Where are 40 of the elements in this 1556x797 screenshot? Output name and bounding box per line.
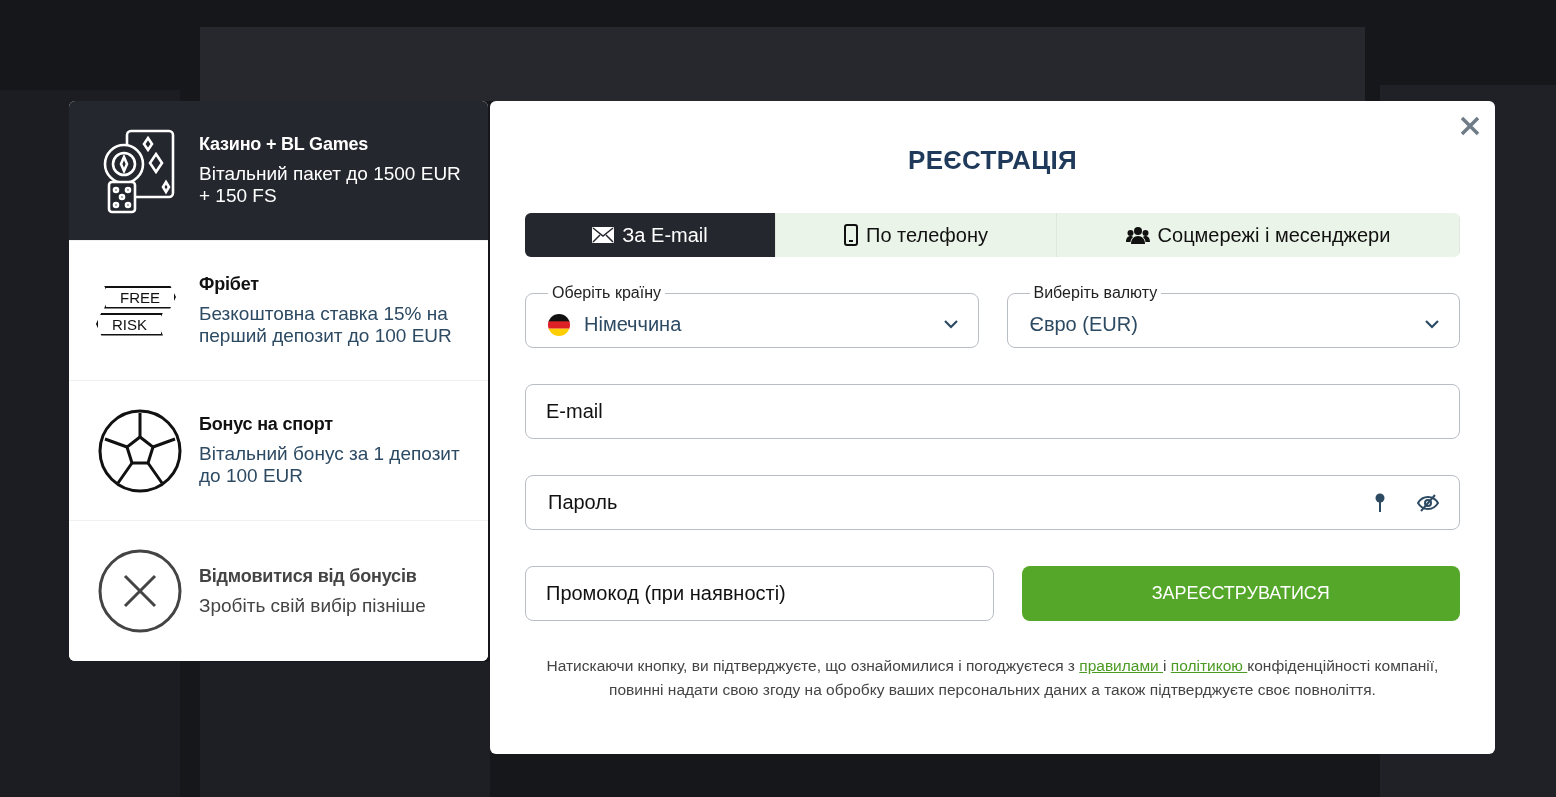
eye-slash-icon[interactable]: [1417, 493, 1439, 512]
tab[interactable]: За E-mail: [525, 213, 776, 257]
users-icon: [1125, 226, 1150, 244]
bonus-option[interactable]: Казино + BL Games Вітальний пакет до 1500 EUR + 150 FS: [69, 101, 488, 241]
rules-link[interactable]: правилами: [1079, 657, 1164, 674]
password-input[interactable]: Пароль: [546, 490, 1343, 515]
bonus-title: Фрібет: [199, 274, 260, 295]
privacy-policy-link[interactable]: політикою: [1170, 657, 1248, 674]
tab[interactable]: По телефону: [776, 213, 1057, 257]
close-circle-icon: [98, 549, 182, 633]
chevron-down-icon: [943, 320, 958, 329]
bonus-description: Зробіть свій вибір пізніше: [199, 594, 426, 617]
bonus-description: Вітальний бонус за 1 депозит до 100 EUR: [199, 443, 461, 487]
select-value: Євро (EUR): [1029, 313, 1139, 336]
tab[interactable]: Соцмережі і месенджери: [1057, 213, 1460, 257]
bonus-description: Вітальний пакет до 1500 EUR + 150 FS: [199, 163, 461, 207]
flag-icon: [548, 313, 570, 336]
phone-icon: [844, 224, 859, 246]
bonus-description: Безкоштовна ставка 15% на перший депозит до 100 EUR: [199, 303, 453, 347]
bonus-title: Відмовитися від бонусів: [199, 565, 418, 587]
close-icon: [1459, 115, 1481, 137]
field-label: Виберіть валюту: [1032, 284, 1159, 302]
envelope-icon: [592, 227, 615, 243]
field-label: Оберіть країну: [551, 284, 662, 302]
promo-code-field[interactable]: Промокод (при наявності): [525, 566, 994, 621]
bonus-title: Казино + BL Games: [199, 134, 370, 155]
key-icon[interactable]: [1375, 492, 1385, 513]
chevron-down-icon: [1425, 320, 1439, 329]
currency-select[interactable]: Виберіть валюту Євро (EUR): [1006, 284, 1460, 348]
modal-title: РЕЄСТРАЦІЯ: [907, 145, 1078, 176]
ticket-label: RISK: [96, 312, 163, 336]
select-value: Німеччина: [584, 313, 683, 336]
soccer-ball-icon: [98, 408, 182, 493]
close-button[interactable]: [1459, 115, 1481, 137]
bonus-title: Бонус на спорт: [199, 414, 334, 435]
ticket-label: FREE: [104, 285, 176, 309]
consent-text: Натискаючи кнопку, ви підтверджуєте, що ознайомилися і погоджуєтеся з правилами і політикою конфіденційності компанії, повинні надати свою згоду на обробку ваших персональних даних а також підтверджуєте своє повноліття.: [545, 656, 1440, 700]
password-field[interactable]: Пароль: [525, 475, 1460, 530]
email-field[interactable]: E-mail: [525, 384, 1460, 439]
country-select[interactable]: Оберіть країну Німеччина: [525, 284, 979, 348]
